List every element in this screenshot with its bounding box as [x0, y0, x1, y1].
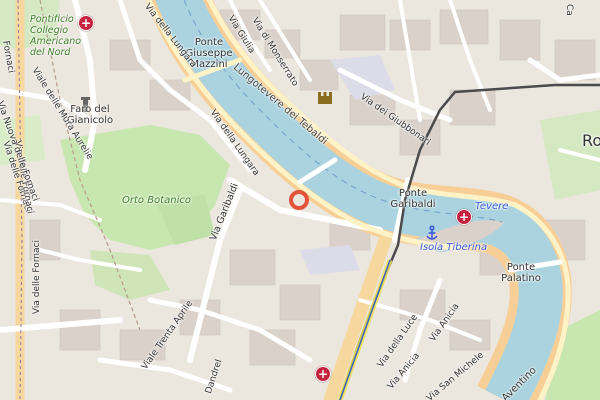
map-canvas	[0, 0, 600, 400]
hospital-icon[interactable]: +	[456, 209, 472, 225]
map-view[interactable]: + + + Pontificio Collegio Americano del …	[0, 0, 600, 400]
hospital-icon[interactable]: +	[78, 15, 94, 31]
castle-icon	[318, 92, 332, 104]
hospital-icon[interactable]: +	[315, 366, 331, 382]
